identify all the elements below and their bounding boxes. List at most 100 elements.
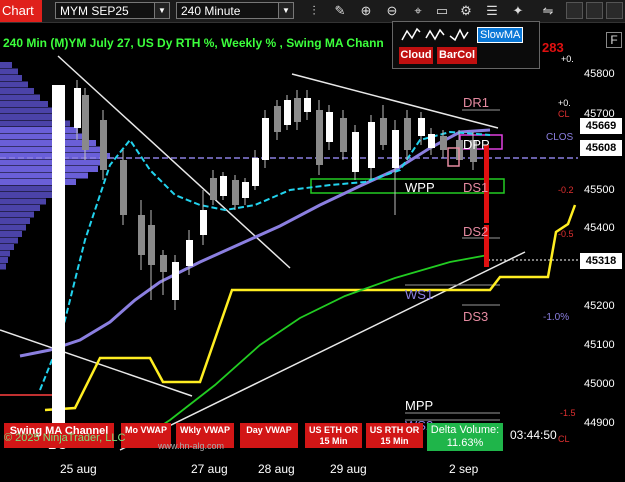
delta-value: 11.63% [446, 437, 484, 449]
fast-ma-line [39, 130, 491, 391]
wave-icon[interactable] [425, 26, 445, 44]
us-rth-or-button[interactable]: US RTH OR 15 Min [366, 423, 423, 448]
pct-label: -1.5 [560, 408, 576, 418]
profile-bar [0, 81, 28, 88]
us-eth-or-sub: 15 Min [319, 436, 348, 446]
cloud-button[interactable]: Cloud [399, 47, 433, 64]
candle-body [100, 120, 107, 170]
candlestick-series [74, 80, 477, 310]
candle-body [220, 176, 227, 196]
candle-body [340, 118, 347, 152]
bar-timer: 03:44:50 [510, 428, 557, 442]
dr1-label: DR1 [463, 95, 490, 110]
candle-body [428, 134, 435, 148]
pct-label: +0. [558, 98, 571, 108]
wave-icon[interactable] [401, 26, 421, 44]
current-price-tag: 45669 [580, 118, 622, 134]
date-label: 29 aug [330, 462, 367, 476]
profile-bar [0, 218, 30, 224]
candle-body [172, 262, 179, 300]
ds2-label: DS2 [463, 224, 489, 239]
candle-body [392, 130, 399, 168]
ds1-label: DS1 [463, 180, 489, 195]
candle-body [326, 112, 333, 142]
profile-bar [0, 94, 40, 101]
candle-body [232, 180, 239, 205]
candle-body [148, 225, 155, 265]
pct-label: CLOS [546, 132, 574, 143]
green-ma-line [131, 254, 489, 446]
candle-body [160, 255, 167, 272]
slowma-toggle[interactable]: SlowMA [477, 27, 523, 43]
date-label: 27 aug [191, 462, 228, 476]
ws1-label: WS1 [405, 287, 434, 302]
candle-body [120, 160, 127, 215]
date-label: 2 sep [449, 462, 479, 476]
profile-bar [0, 107, 56, 114]
profile-bar [0, 101, 48, 107]
profile-bar [0, 62, 12, 68]
profile-bar [0, 263, 6, 270]
profile-bar [0, 250, 10, 257]
us-rth-or-sub: 15 Min [380, 436, 409, 446]
price-chart[interactable] [0, 0, 625, 482]
pct-label: CL [558, 109, 570, 119]
profile-bar [0, 140, 96, 146]
candle-body [440, 136, 447, 150]
delta-label: Delta Volume: [430, 424, 500, 436]
profile-bar [0, 127, 78, 133]
us-eth-or-button[interactable]: US ETH OR 15 Min [305, 423, 362, 448]
candle-body [304, 98, 311, 112]
profile-bar [0, 198, 46, 205]
close-price-tag: 45608 [580, 140, 622, 156]
price-label: 45000 [584, 378, 615, 390]
pct-label: -0.2 [558, 185, 574, 195]
candle-body [368, 122, 375, 168]
profile-bar [0, 166, 98, 172]
price-label: 45200 [584, 300, 615, 312]
pct-label: CL [558, 434, 570, 444]
day-vwap-button[interactable]: Day VWAP [240, 423, 298, 448]
candle-body [200, 210, 207, 235]
profile-bar [0, 192, 54, 198]
profile-bar [0, 237, 18, 244]
delta-volume-badge: Delta Volume: 11.63% [427, 423, 503, 451]
top-number: 283 [542, 40, 564, 55]
dpp-label: DPP [463, 137, 490, 152]
candle-body [284, 100, 291, 125]
profile-bar [0, 172, 88, 179]
candle-body [252, 158, 259, 186]
profile-bar [0, 205, 40, 211]
mpp-label: MPP [405, 398, 434, 413]
pct-label: -1.0% [543, 312, 570, 323]
candle-body [186, 240, 193, 266]
candle-body [404, 118, 411, 150]
profile-bar [0, 88, 34, 94]
pct-label: -0.5 [558, 229, 574, 239]
candle-body [242, 182, 249, 198]
chart-title: 240 Min (M)YM July 27, US Dy RTH %, Week… [3, 36, 384, 50]
candle-body [82, 95, 89, 150]
candle-body [418, 118, 425, 136]
wpp-label: WPP [405, 180, 435, 195]
trend-line [0, 329, 193, 397]
candle-body [262, 118, 269, 160]
price-label: 45400 [584, 222, 615, 234]
barcol-button[interactable]: BarCol [437, 47, 477, 64]
wave-icon[interactable] [449, 26, 469, 44]
us-rth-or-label: US RTH OR [369, 425, 420, 435]
profile-bar [0, 75, 22, 81]
profile-bar [0, 211, 34, 218]
candle-body [294, 98, 301, 122]
us-eth-or-label: US ETH OR [308, 425, 358, 435]
price-label: 45100 [584, 339, 615, 351]
price-label: 45500 [584, 184, 615, 196]
candle-body [380, 118, 387, 145]
ds3-label: DS3 [463, 309, 489, 324]
date-label: 28 aug [258, 462, 295, 476]
fullscreen-button[interactable]: F [606, 32, 622, 48]
candle-body [316, 110, 323, 165]
website: www.hn-alg.com [158, 441, 225, 451]
candle-body [274, 106, 281, 132]
bo-bar [52, 85, 65, 437]
